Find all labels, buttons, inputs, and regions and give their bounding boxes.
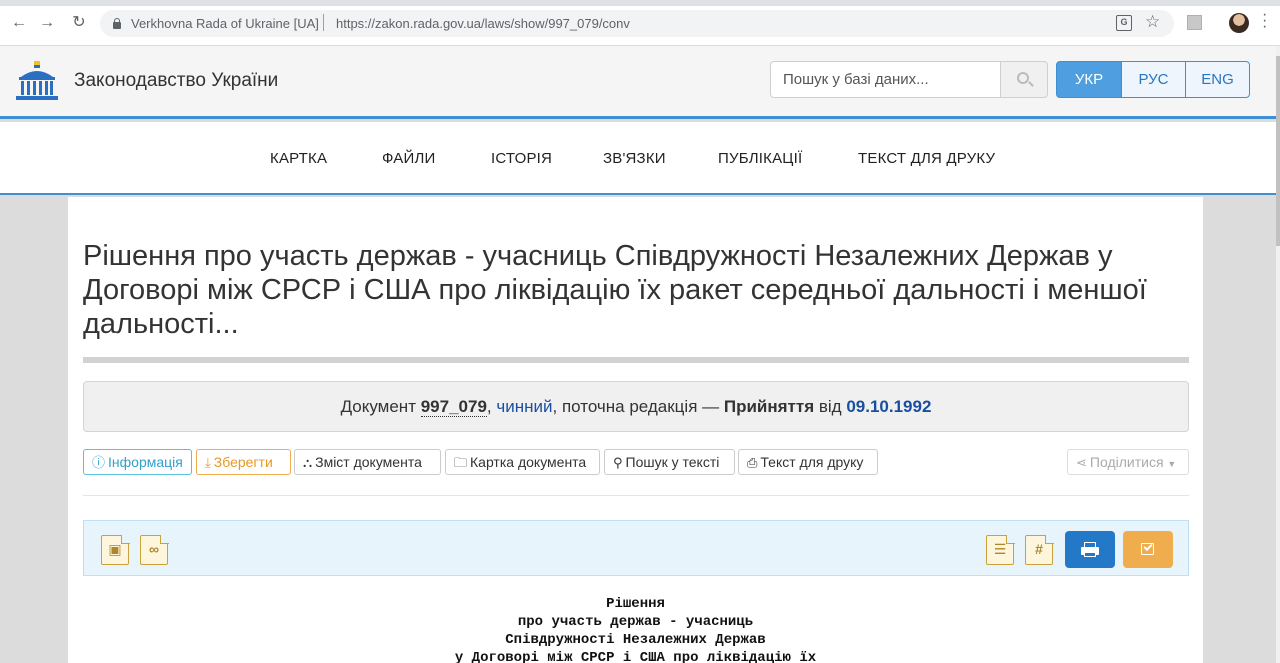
info-prefix: Документ (340, 397, 416, 416)
document-card-button[interactable]: 🗀 Картка документа (445, 449, 600, 475)
scrollbar-thumb[interactable] (1276, 56, 1280, 246)
back-arrow-icon[interactable]: ← (10, 14, 28, 32)
site-header: Законодавство України УКР РУС ENG (0, 46, 1276, 119)
print-icon (1084, 552, 1096, 557)
contents-button[interactable]: ⛬ Зміст документа (294, 449, 441, 475)
url-text[interactable]: https://zakon.rada.gov.ua/laws/show/997_… (336, 16, 630, 31)
document-text-toolbar: ▣ ∞ ☰ # (83, 520, 1189, 576)
info-button[interactable]: ⓘ Інформація (83, 449, 192, 475)
info-comma: , (486, 397, 492, 416)
language-switcher: УКР РУС ENG (1056, 61, 1250, 98)
save-button[interactable]: ⤓ Зберегти (196, 449, 291, 475)
nav-links[interactable]: ЗВ'ЯЗКИ (603, 150, 666, 167)
database-search-input[interactable] (770, 61, 1001, 98)
document-text: Рішення про участь держав - учасниць Спі… (68, 595, 1203, 663)
document-text-line: у Договорі між СРСР і США про ліквідацію… (454, 650, 817, 663)
bookmark-star-icon[interactable]: ☆ (1145, 12, 1160, 32)
link-file-icon[interactable]: ∞ (140, 534, 169, 565)
extension-icon[interactable] (1187, 15, 1202, 30)
forward-arrow-icon[interactable]: → (38, 14, 56, 32)
folder-icon: 🗀 (454, 455, 468, 470)
browser-menu-icon[interactable]: · · · (1262, 7, 1267, 35)
reload-icon[interactable]: ↻ (70, 14, 88, 32)
browser-toolbar: ← → ↻ Verkhovna Rada of Ukraine [UA] htt… (0, 0, 1280, 46)
check-button[interactable] (1123, 531, 1173, 568)
sitemap-icon: ⛬ (303, 455, 313, 470)
card-button-label: Картка документа (470, 454, 587, 470)
share-icon: ⋖ (1076, 455, 1087, 470)
site-title[interactable]: Законодавство України (74, 70, 278, 92)
search-button-label: Пошук у тексті (625, 454, 720, 470)
lock-icon[interactable] (112, 18, 122, 29)
title-divider (83, 357, 1189, 363)
archive-file-icon[interactable]: ▣ (101, 534, 130, 565)
tools-divider (83, 495, 1189, 496)
translate-icon[interactable]: G (1116, 15, 1132, 31)
print-button-label: Текст для друку (760, 454, 864, 470)
lang-ukr-button[interactable]: УКР (1056, 61, 1122, 98)
hash-file-icon[interactable]: # (1025, 534, 1054, 565)
document-status-link[interactable]: чинний (496, 397, 552, 416)
nav-publications[interactable]: ПУБЛІКАЦІЇ (718, 150, 802, 167)
document-code[interactable]: 997_079 (420, 397, 487, 417)
document-text-line: Рішення (606, 596, 665, 612)
structure-file-icon[interactable]: ☰ (986, 534, 1015, 565)
info-edition: , поточна редакція — (552, 397, 720, 416)
lang-eng-button[interactable]: ENG (1185, 61, 1250, 98)
info-button-label: Інформація (108, 454, 183, 470)
page-scrollbar[interactable] (1276, 46, 1280, 663)
nav-card[interactable]: КАРТКА (270, 150, 327, 167)
info-circle-icon: ⓘ (92, 455, 106, 470)
download-icon: ⤓ (205, 455, 211, 470)
adoption-date-link[interactable]: 09.10.1992 (846, 397, 931, 416)
nav-files[interactable]: ФАЙЛИ (382, 150, 436, 167)
site-identity: Verkhovna Rada of Ukraine [UA] (131, 16, 319, 31)
profile-avatar[interactable] (1229, 13, 1249, 33)
document-panel: Рішення про участь держав - учасниць Спі… (68, 197, 1203, 663)
magnifier-icon: ⚲ (613, 455, 623, 470)
document-info-bar: Документ 997_079, чинний, поточна редакц… (83, 381, 1189, 432)
nav-history[interactable]: ІСТОРІЯ (491, 150, 552, 167)
document-title: Рішення про участь держав - учасниць Спі… (83, 240, 1147, 340)
print-button[interactable] (1065, 531, 1115, 568)
address-bar[interactable]: Verkhovna Rada of Ukraine [UA] https://z… (100, 10, 1174, 37)
lang-rus-button[interactable]: РУС (1121, 61, 1186, 98)
search-button[interactable] (1000, 61, 1048, 98)
document-text-line: Співдружності Незалежних Держав (505, 632, 766, 648)
info-from: від (818, 397, 842, 416)
share-button-label: Поділитися (1089, 454, 1164, 470)
search-in-text-button[interactable]: ⚲ Пошук у тексті (604, 449, 735, 475)
info-adoption: Прийняття (723, 397, 815, 416)
document-tools: ⓘ Інформація ⤓ Зберегти ⛬ Зміст документа 🗀… (83, 449, 1189, 475)
tab-strip (0, 0, 1280, 6)
nav-print-text[interactable]: ТЕКСТ ДЛЯ ДРУКУ (858, 150, 995, 167)
share-dropdown[interactable]: ⋖ Поділитися ▼ (1067, 449, 1189, 475)
save-button-label: Зберегти (213, 454, 273, 470)
document-nav: КАРТКА ФАЙЛИ ІСТОРІЯ ЗВ'ЯЗКИ ПУБЛІКАЦІЇ … (0, 122, 1276, 195)
contents-button-label: Зміст документа (315, 454, 422, 470)
parliament-logo-icon[interactable] (13, 59, 61, 103)
printer-icon: ⎙ (747, 455, 758, 470)
caret-down-icon: ▼ (1167, 459, 1177, 469)
document-text-line: про участь держав - учасниць (517, 614, 754, 630)
url-separator (323, 14, 324, 31)
print-text-button[interactable]: ⎙ Текст для друку (738, 449, 878, 475)
